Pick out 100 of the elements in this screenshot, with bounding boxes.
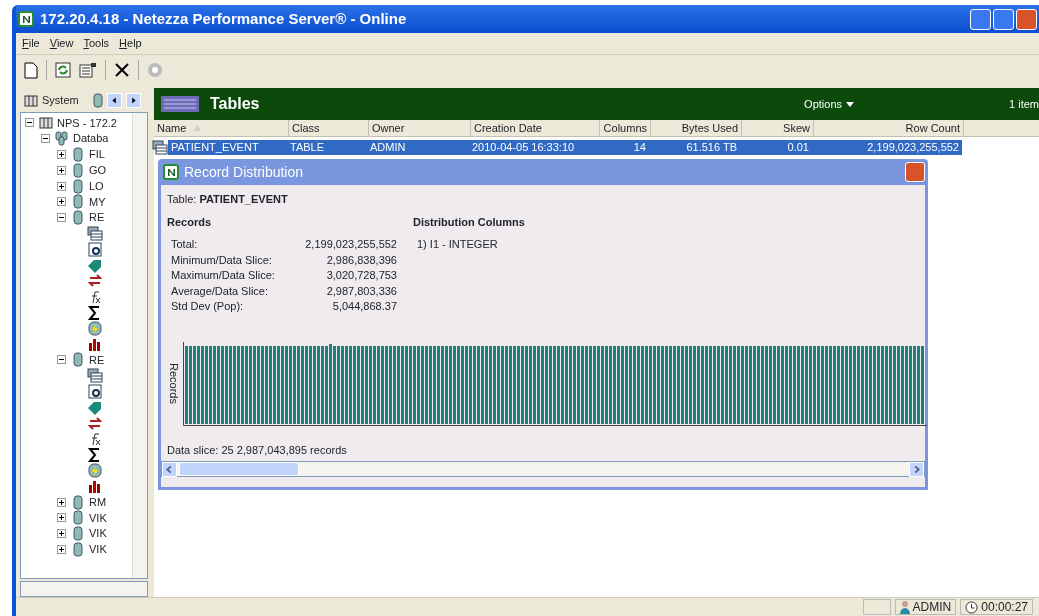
user-icon xyxy=(899,600,910,614)
collapse-icon[interactable] xyxy=(57,213,66,223)
table-name: Table: PATIENT_EVENT xyxy=(167,192,289,207)
menu-item[interactable]: View xyxy=(49,35,74,52)
column-header[interactable]: Creation Date xyxy=(471,120,600,136)
database-icon xyxy=(70,162,86,178)
table-cell: PATIENT_EVENT xyxy=(168,140,287,155)
expand-icon[interactable] xyxy=(57,150,66,159)
expand-icon[interactable] xyxy=(57,497,66,507)
swap-arrows-icon xyxy=(87,415,103,431)
database-icon xyxy=(70,541,86,557)
panel-title: Tables xyxy=(210,94,260,114)
close-button[interactable] xyxy=(1016,8,1037,30)
database-icon xyxy=(70,526,86,542)
expand-icon[interactable] xyxy=(57,544,66,554)
scrollbar[interactable] xyxy=(20,581,148,597)
app-icon xyxy=(18,11,34,27)
table-cell: 61.516 TB xyxy=(649,140,740,155)
table-cell: TABLE xyxy=(287,140,367,155)
menu-item[interactable]: Help xyxy=(119,35,142,52)
refresh-icon[interactable] xyxy=(55,62,71,78)
stat-value: 2,987,803,336 xyxy=(325,283,397,298)
tables-icon xyxy=(87,368,103,384)
bar-chart-icon xyxy=(87,336,103,352)
lightning-icon xyxy=(87,320,103,336)
scroll-thumb[interactable] xyxy=(179,462,299,476)
maximize-button[interactable] xyxy=(993,8,1014,30)
server-icon xyxy=(24,93,38,107)
clock-icon xyxy=(965,600,979,614)
scroll-right-icon[interactable] xyxy=(909,462,924,477)
column-header[interactable]: Owner xyxy=(369,120,471,136)
tree-item[interactable]: MY xyxy=(89,193,106,211)
expand-icon[interactable] xyxy=(57,513,66,523)
tree-item[interactable]: VIK xyxy=(89,509,107,527)
tree-item[interactable]: GO xyxy=(89,162,107,179)
swap-arrows-icon xyxy=(87,273,103,289)
lightning-icon xyxy=(87,462,103,478)
stat-value: 3,020,728,753 xyxy=(325,268,397,283)
stat-value: 5,044,868.37 xyxy=(331,299,397,314)
tables-icon xyxy=(160,94,200,114)
app-icon xyxy=(163,164,179,180)
scrollbar[interactable] xyxy=(161,461,925,477)
tree-item[interactable]: LO xyxy=(89,177,104,195)
properties-icon[interactable] xyxy=(79,62,97,78)
window-title: 172.20.4.18 - Netezza Performance Server® - Online xyxy=(40,8,407,29)
magnifier-icon xyxy=(87,241,103,257)
table-cell: 14 xyxy=(598,140,649,155)
column-header[interactable]: Name xyxy=(154,120,289,136)
stat-label: Total: xyxy=(171,237,199,252)
tree-item[interactable]: RE xyxy=(89,209,105,226)
options-menu[interactable]: Options xyxy=(804,95,855,113)
expand-icon[interactable] xyxy=(57,165,66,175)
column-header[interactable]: Columns xyxy=(600,120,651,136)
section-heading: Records xyxy=(167,214,213,230)
collapse-icon[interactable] xyxy=(57,355,66,365)
table-cell: 2,199,023,255,552 xyxy=(812,140,962,155)
collapse-icon[interactable] xyxy=(41,134,50,144)
axis-label: Records xyxy=(167,363,181,404)
expand-icon[interactable] xyxy=(57,181,66,191)
stat-value: 2,986,838,396 xyxy=(325,252,397,267)
stat-label: Average/Data Slice: xyxy=(171,283,270,298)
tree-item[interactable]: FIL xyxy=(89,146,105,163)
expand-icon[interactable] xyxy=(57,197,66,207)
tree-item[interactable]: Databa xyxy=(73,130,109,147)
expand-icon[interactable] xyxy=(57,529,66,539)
tree-item[interactable]: RM xyxy=(89,493,107,511)
status-text: Data slice: 25 2,987,043,895 records xyxy=(167,442,348,458)
database-icon xyxy=(92,92,103,108)
section-heading: Distribution Columns xyxy=(413,214,525,230)
stat-label: Std Dev (Pop): xyxy=(171,299,245,314)
bar-chart-icon xyxy=(87,478,103,494)
system-tab[interactable]: System xyxy=(24,91,79,109)
tag-icon xyxy=(87,399,103,415)
close-button[interactable] xyxy=(905,162,925,182)
magnifier-icon xyxy=(87,383,103,399)
tree-item[interactable]: RE xyxy=(89,351,105,369)
database-icon xyxy=(70,210,86,226)
menu-item[interactable]: Tools xyxy=(83,35,110,52)
dialog-title: Record Distribution xyxy=(184,162,304,182)
column-header[interactable]: Row Count xyxy=(814,120,964,136)
scroll-left-icon[interactable] xyxy=(162,462,177,477)
stat-label: Minimum/Data Slice: xyxy=(171,252,273,267)
stat-label: Maximum/Data Slice: xyxy=(171,268,276,283)
tree-item[interactable]: VIK xyxy=(89,541,107,558)
tag-icon xyxy=(87,257,103,273)
item-count: 1 item xyxy=(1009,96,1039,112)
database-icon xyxy=(70,494,86,510)
delete-icon[interactable] xyxy=(114,62,130,78)
tree-item[interactable]: VIK xyxy=(89,525,107,542)
column-header[interactable]: Class xyxy=(289,120,369,136)
databases-icon xyxy=(54,131,70,147)
table-cell: 0.01 xyxy=(740,140,812,155)
minimize-button[interactable] xyxy=(970,8,991,30)
column-header[interactable]: Skew xyxy=(742,120,814,136)
column-header[interactable]: Bytes Used xyxy=(651,120,742,136)
menu-item[interactable]: File xyxy=(22,35,40,52)
collapse-icon[interactable] xyxy=(25,118,34,128)
database-icon xyxy=(70,147,86,162)
new-icon[interactable] xyxy=(24,61,38,79)
tree-item[interactable]: NPS - 172.2 xyxy=(57,114,117,132)
